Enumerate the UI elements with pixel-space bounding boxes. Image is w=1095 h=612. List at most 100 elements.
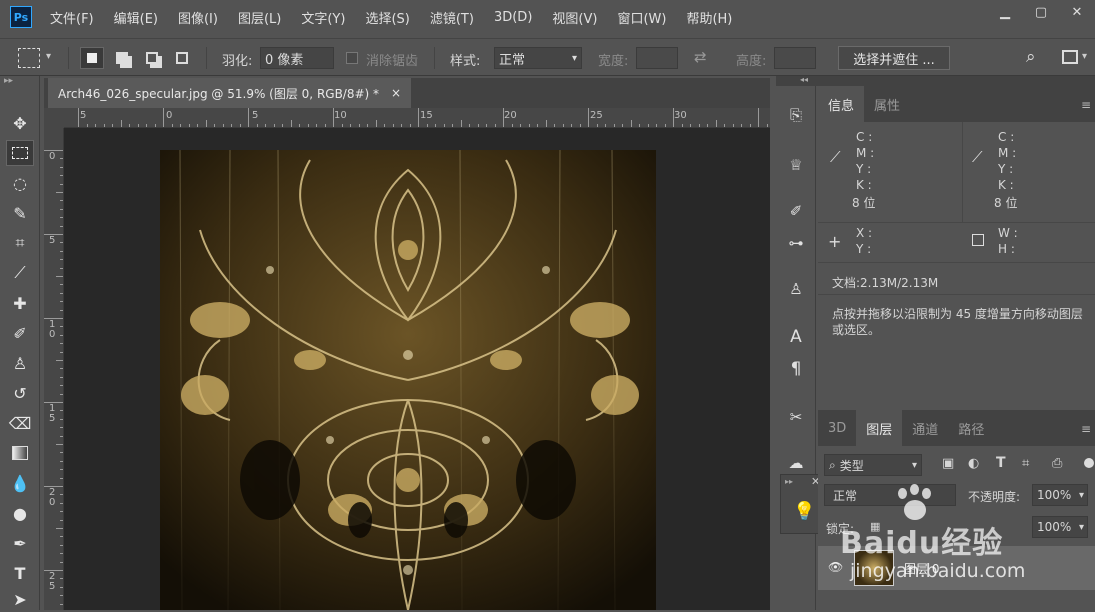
adjustments-panel-icon[interactable]: ⊶ bbox=[782, 230, 810, 256]
panel-menu-icon[interactable]: ≡ bbox=[1081, 98, 1091, 112]
tab-3d[interactable]: 3D bbox=[818, 410, 856, 446]
ruler-tick bbox=[44, 570, 63, 571]
width-input[interactable] bbox=[636, 47, 678, 69]
layer-filter-select[interactable]: ⌕ 类型 ▾ bbox=[824, 454, 922, 476]
quick-select-tool-icon[interactable]: ✎ bbox=[6, 200, 34, 226]
healing-brush-tool-icon[interactable]: ✚ bbox=[6, 290, 34, 316]
ruler-label: 30 bbox=[674, 110, 687, 121]
select-and-mask-button[interactable]: 选择并遮住 ... bbox=[838, 46, 950, 70]
blend-mode-select[interactable]: 正常 bbox=[824, 484, 956, 506]
libraries-panel-icon[interactable]: ☁ bbox=[782, 450, 810, 476]
menu-help[interactable]: 帮助(H) bbox=[676, 8, 742, 27]
menu-select[interactable]: 选择(S) bbox=[355, 8, 419, 27]
menu-type[interactable]: 文字(Y) bbox=[291, 8, 355, 27]
opacity-input[interactable]: 100% ▾ bbox=[1032, 484, 1088, 506]
swap-icon[interactable]: ⇄ bbox=[694, 48, 707, 66]
panel-menu-icon[interactable]: ≡ bbox=[1081, 422, 1091, 436]
menu-3d[interactable]: 3D(D) bbox=[484, 10, 542, 25]
brush-settings-panel-icon[interactable]: ✐ bbox=[782, 198, 810, 224]
maximize-icon[interactable]: ▢ bbox=[1023, 0, 1059, 24]
eraser-tool-icon[interactable]: ⌫ bbox=[6, 410, 34, 436]
style-select[interactable]: 正常 ▾ bbox=[494, 47, 582, 69]
menu-edit[interactable]: 编辑(E) bbox=[104, 8, 168, 27]
adjustment-filter-icon[interactable]: ◐ bbox=[968, 456, 979, 471]
chevron-down-icon[interactable]: ▾ bbox=[46, 51, 51, 62]
bit-depth-left: 8 位 bbox=[852, 196, 876, 210]
clone-source-panel-icon[interactable]: ♙ bbox=[782, 276, 810, 302]
brush-tool-icon[interactable]: ✐ bbox=[6, 320, 34, 346]
stamp-tool-icon[interactable]: ♙ bbox=[6, 350, 34, 376]
history-brush-tool-icon[interactable]: ↺ bbox=[6, 380, 34, 406]
add-to-selection-icon[interactable] bbox=[110, 47, 134, 69]
feather-input[interactable]: 0 像素 bbox=[260, 47, 334, 69]
chevron-down-icon[interactable]: ▾ bbox=[1082, 51, 1087, 62]
paragraph-panel-icon[interactable]: ¶ bbox=[782, 356, 810, 382]
character-panel-icon[interactable]: A bbox=[782, 324, 810, 350]
tools-preset-icon[interactable]: ✂ bbox=[782, 404, 810, 430]
menu-window[interactable]: 窗口(W) bbox=[607, 8, 676, 27]
history-panel-icon[interactable]: ⎘ bbox=[782, 102, 810, 128]
collapse-icon[interactable]: ◂◂ bbox=[800, 75, 808, 84]
subtract-selection-icon[interactable] bbox=[140, 47, 164, 69]
document-image[interactable] bbox=[160, 150, 656, 610]
tab-paths[interactable]: 路径 bbox=[948, 410, 994, 446]
height-input[interactable] bbox=[774, 47, 816, 69]
type-tool-icon[interactable]: T bbox=[6, 560, 34, 586]
panel-collapse-strip[interactable]: ◂◂ bbox=[776, 75, 1095, 86]
type-filter-icon[interactable]: T bbox=[996, 455, 1006, 471]
lock-transparency-icon[interactable]: ▦ bbox=[870, 520, 880, 533]
filter-toggle-icon[interactable] bbox=[1084, 458, 1094, 468]
crop-tool-icon[interactable]: ⌗ bbox=[6, 230, 34, 256]
intersect-selection-icon[interactable] bbox=[170, 47, 194, 69]
menu-filter[interactable]: 滤镜(T) bbox=[420, 8, 484, 27]
minimize-icon[interactable]: ▁ bbox=[987, 0, 1023, 24]
menu-view[interactable]: 视图(V) bbox=[542, 8, 607, 27]
chevron-down-icon: ▾ bbox=[1078, 521, 1084, 533]
layer-row[interactable]: 👁 图层 0 bbox=[818, 546, 1095, 590]
ruler-corner bbox=[44, 108, 64, 128]
menu-image[interactable]: 图像(I) bbox=[168, 8, 228, 27]
antialias-checkbox[interactable] bbox=[346, 52, 358, 64]
layer-name[interactable]: 图层 0 bbox=[904, 560, 939, 577]
eyedropper-tool-icon[interactable]: ⟋ bbox=[6, 260, 34, 286]
brush-presets-panel-icon[interactable]: ♕ bbox=[782, 152, 810, 178]
canvas-area[interactable] bbox=[64, 128, 770, 610]
marquee-tool-preset-icon[interactable] bbox=[18, 48, 40, 68]
close-window-icon[interactable]: ✕ bbox=[1059, 0, 1095, 24]
new-selection-icon[interactable] bbox=[80, 47, 104, 69]
path-select-tool-icon[interactable]: ➤ bbox=[6, 586, 34, 612]
visibility-eye-icon[interactable]: 👁 bbox=[828, 560, 843, 574]
ruler-tick bbox=[758, 108, 759, 127]
eyedropper-icon: ⟋ bbox=[972, 148, 983, 166]
tab-info[interactable]: 信息 bbox=[818, 86, 865, 122]
gradient-tool-icon[interactable] bbox=[6, 440, 34, 466]
ruler-label: 0 bbox=[49, 151, 56, 162]
dodge-tool-icon[interactable]: ● bbox=[6, 500, 34, 526]
rect-marquee-tool-icon[interactable] bbox=[6, 140, 34, 166]
ruler-label: 5 bbox=[49, 235, 56, 246]
shape-filter-icon[interactable]: ⌗ bbox=[1022, 456, 1029, 471]
tab-properties[interactable]: 属性 bbox=[864, 86, 910, 122]
expand-icon[interactable]: ▸▸ bbox=[4, 76, 13, 86]
tab-layers[interactable]: 图层 bbox=[856, 410, 903, 446]
workspace-icon[interactable] bbox=[1062, 50, 1078, 64]
lightbulb-icon[interactable]: 💡 bbox=[793, 501, 815, 522]
smart-object-filter-icon[interactable]: ⎙ bbox=[1052, 456, 1062, 471]
close-tab-icon[interactable]: × bbox=[391, 86, 401, 100]
menu-layer[interactable]: 图层(L) bbox=[228, 8, 291, 27]
ruler-tick bbox=[290, 120, 292, 127]
move-tool-icon[interactable]: ✥ bbox=[6, 110, 34, 136]
expand-icon[interactable]: ▸▸ bbox=[785, 477, 793, 486]
width-label: 宽度: bbox=[598, 54, 629, 69]
lasso-tool-icon[interactable]: ◌ bbox=[6, 170, 34, 196]
fill-input[interactable]: 100% ▾ bbox=[1032, 516, 1088, 538]
blur-tool-icon[interactable]: 💧 bbox=[6, 470, 34, 496]
menu-bar: Ps 文件(F) 编辑(E) 图像(I) 图层(L) 文字(Y) 选择(S) 滤… bbox=[0, 0, 1095, 34]
search-icon[interactable]: ⌕ bbox=[1026, 47, 1036, 67]
menu-file[interactable]: 文件(F) bbox=[40, 8, 104, 27]
pen-tool-icon[interactable]: ✒ bbox=[6, 530, 34, 556]
ruler-label: 2 0 bbox=[49, 487, 56, 508]
pixel-layer-filter-icon[interactable]: ▣ bbox=[942, 456, 954, 471]
tab-channels[interactable]: 通道 bbox=[902, 410, 948, 446]
document-tab[interactable]: Arch46_026_specular.jpg @ 51.9% (图层 0, R… bbox=[48, 78, 412, 108]
